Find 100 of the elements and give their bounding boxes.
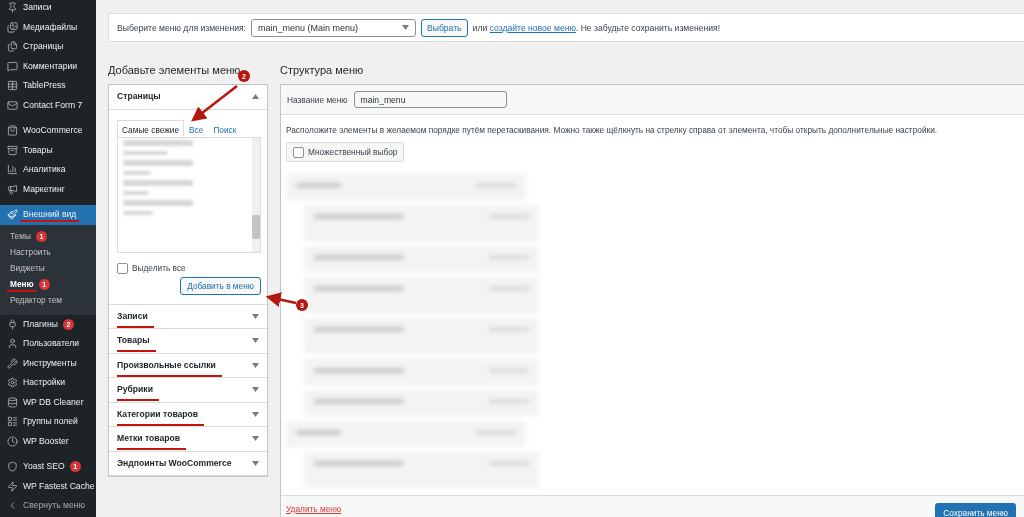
section-title: Записи xyxy=(117,304,154,328)
sidebar-item[interactable]: Настройки xyxy=(0,373,96,393)
menu-item-icon xyxy=(7,435,18,447)
menu-select[interactable]: main_menu (Main menu) xyxy=(251,18,416,37)
sidebar-item[interactable]: WP DB Cleaner xyxy=(0,392,96,412)
sidebar-label: Contact Form 7 xyxy=(23,100,83,110)
tab[interactable]: Поиск xyxy=(208,119,242,138)
submenu-label: Настроить xyxy=(10,248,51,257)
menu-item-icon xyxy=(7,209,18,221)
menu-item-icon xyxy=(7,357,18,369)
caret-up-icon xyxy=(252,94,259,100)
menu-item-icon xyxy=(7,80,18,92)
accordion-header[interactable]: Рубрики xyxy=(109,378,267,403)
caret-down-icon xyxy=(252,362,259,368)
instructions-text: Расположите элементы в желаемом порядке путём перетаскивания. Можно также щёлкнуть на стрелку справа от элемента, чтобы открыть дополнительные настройки. xyxy=(286,125,939,135)
menu-item-icon xyxy=(7,125,18,137)
sidebar-label: WP Fastest Cache xyxy=(23,481,95,491)
menu-item-icon xyxy=(7,164,18,176)
sidebar-item[interactable]: Комментарии xyxy=(0,56,96,76)
sidebar-item[interactable]: Contact Form 7 xyxy=(0,95,96,115)
menu-item-icon xyxy=(7,99,18,111)
bulk-select-checkbox[interactable]: Множественный выбор xyxy=(286,142,405,162)
menu-item-icon xyxy=(7,318,18,330)
menu-item-icon xyxy=(7,2,18,14)
section-title: Страницы xyxy=(117,92,161,102)
delete-menu-link[interactable]: Удалить меню xyxy=(286,504,342,514)
submenu-item[interactable]: Редактор тем xyxy=(0,292,96,309)
sidebar-item[interactable]: Медиафайлы xyxy=(0,17,96,37)
sidebar-label: WooCommerce xyxy=(23,126,83,136)
sidebar-item[interactable]: Записи xyxy=(0,0,96,18)
caret-down-icon xyxy=(252,338,259,344)
select-all-checkbox[interactable]: Выделить все xyxy=(117,262,261,274)
submenu-label: Виджеты xyxy=(10,264,45,273)
section-title: Товары xyxy=(117,329,156,353)
menu-item-icon xyxy=(7,396,18,408)
sidebar-label: Инструменты xyxy=(23,358,77,368)
submenu-item[interactable]: Настроить xyxy=(0,244,96,261)
sidebar-item[interactable]: Пользователи xyxy=(0,334,96,354)
sidebar-label: Плагины xyxy=(23,319,58,329)
accordion-header[interactable]: Метки товаров xyxy=(109,427,267,452)
sidebar-label: Страницы xyxy=(23,42,64,52)
section-title: Эндпоинты WooCommerce xyxy=(117,458,232,468)
submenu-label: Меню xyxy=(7,277,37,292)
accordion-header[interactable]: Страницы xyxy=(109,85,267,110)
sidebar-item[interactable]: Свернуть меню xyxy=(0,496,96,516)
sidebar-item[interactable]: Маркетинг xyxy=(0,179,96,199)
submenu-label: Темы xyxy=(10,232,31,241)
menu-item-icon xyxy=(7,338,18,350)
sidebar-item[interactable]: Инструменты xyxy=(0,353,96,373)
hint-text: или создайте новое меню. Не забудьте сохранить изменения! xyxy=(472,22,721,33)
sidebar-item[interactable]: Аналитика xyxy=(0,160,96,180)
sidebar-label: Настройки xyxy=(23,378,66,388)
caret-down-icon xyxy=(252,313,259,319)
select-button[interactable]: Выбрать xyxy=(421,18,468,37)
caret-down-icon xyxy=(252,436,259,442)
section-title: Категории товаров xyxy=(117,402,205,426)
annotation-arrow xyxy=(265,292,297,307)
accordion-header[interactable]: Категории товаров xyxy=(109,402,267,427)
menu-item-icon xyxy=(7,416,18,428)
sidebar-label: Свернуть меню xyxy=(23,501,85,511)
sidebar-item[interactable]: Группы полей xyxy=(0,412,96,432)
sidebar-item[interactable]: WP Fastest Cache xyxy=(0,476,96,496)
section-heading: Структура меню xyxy=(280,64,364,77)
sidebar-label: Медиафайлы xyxy=(23,22,78,32)
sidebar-label: Записи xyxy=(23,3,52,13)
scrollbar[interactable] xyxy=(252,137,260,252)
tab[interactable]: Самые свежие xyxy=(117,119,185,138)
accordion-header[interactable]: Записи xyxy=(109,304,267,329)
menu-item-icon xyxy=(7,377,18,389)
sidebar-label: WP Booster xyxy=(23,436,69,446)
sidebar-item[interactable]: Товары xyxy=(0,140,96,160)
sidebar-item[interactable]: WooCommerce xyxy=(0,121,96,141)
sidebar-item[interactable]: TablePress xyxy=(0,76,96,96)
sidebar-item[interactable]: Страницы xyxy=(0,37,96,57)
sidebar-label: Пользователи xyxy=(23,339,80,349)
sidebar-label: TablePress xyxy=(23,81,66,91)
sidebar-label: Группы полей xyxy=(23,417,78,427)
menu-item-icon xyxy=(7,144,18,156)
accordion-header[interactable]: Товары xyxy=(109,329,267,354)
section-heading: Добавьте элементы меню xyxy=(108,64,241,77)
sidebar-label: Yoast SEO xyxy=(23,462,65,472)
menu-item-icon xyxy=(7,183,18,195)
sidebar-label: Аналитика xyxy=(23,165,66,175)
accordion-header[interactable]: Эндпоинты WooCommerce xyxy=(109,451,267,476)
menu-name-field[interactable]: main_menu xyxy=(353,91,507,108)
save-menu-button[interactable]: Сохранить меню xyxy=(935,503,1016,517)
menu-item-icon xyxy=(7,461,18,473)
submenu-item[interactable]: Виджеты xyxy=(0,260,96,277)
caret-down-icon xyxy=(252,460,259,466)
accordion-header[interactable]: Произвольные ссылки xyxy=(109,353,267,378)
tab[interactable]: Все xyxy=(184,119,209,138)
create-menu-link[interactable]: создайте новое меню xyxy=(489,22,576,33)
sidebar-item[interactable]: WP Booster xyxy=(0,431,96,451)
menu-name-label: Название меню xyxy=(287,94,348,105)
sidebar-label: WP DB Cleaner xyxy=(23,397,84,407)
add-to-menu-button[interactable]: Добавить в меню xyxy=(180,276,261,295)
menu-item-icon xyxy=(7,21,18,33)
submenu-label: Редактор тем xyxy=(10,296,63,305)
select-label: Выберите меню для изменения: xyxy=(117,22,246,33)
sidebar-item[interactable]: Внешний вид xyxy=(0,205,96,225)
